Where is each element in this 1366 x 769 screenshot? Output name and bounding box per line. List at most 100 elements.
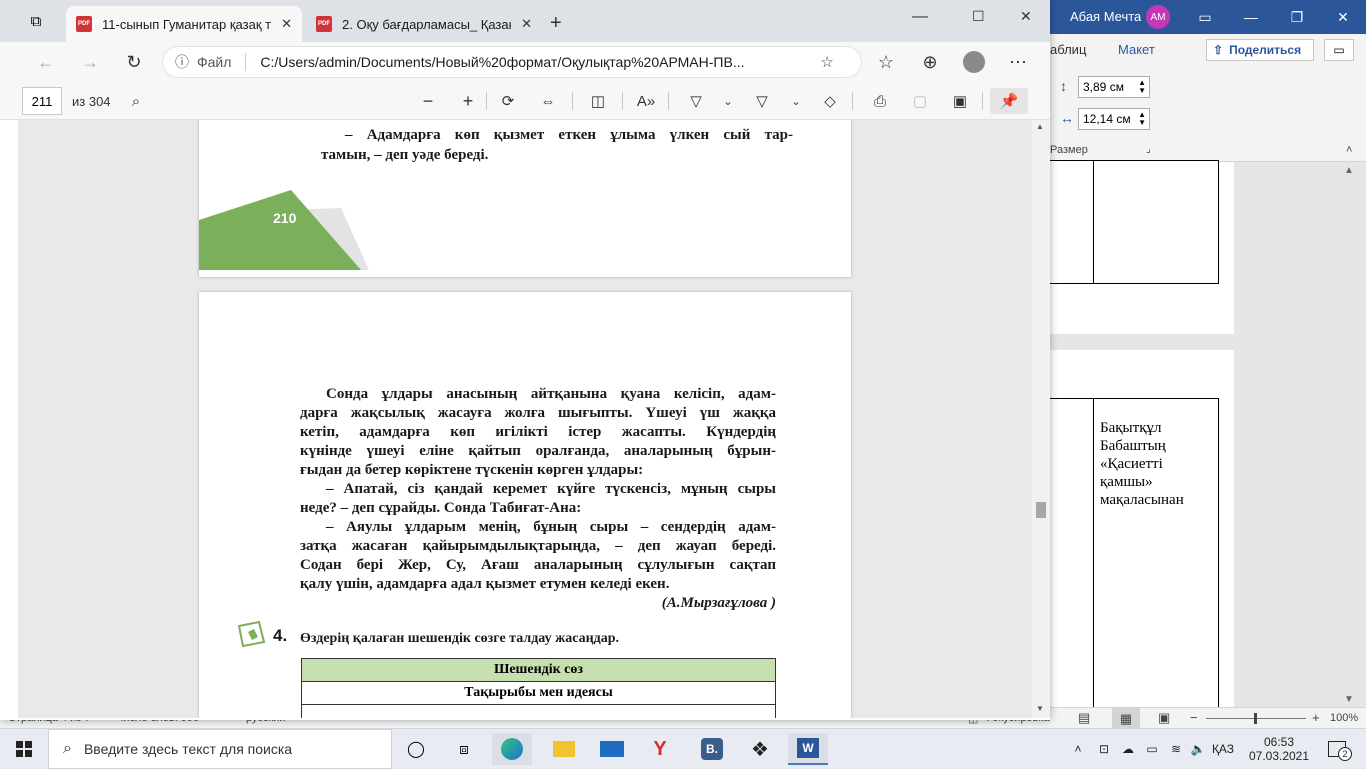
notifications-icon[interactable]: 2	[1322, 729, 1352, 769]
forward-icon[interactable]: →	[74, 48, 106, 76]
close-icon[interactable]: ✕	[521, 16, 532, 32]
word-close-icon[interactable]: ✕	[1320, 0, 1366, 34]
table-height-field[interactable]: 3,89 см ▲ ▼	[1078, 76, 1150, 98]
zoom-slider-thumb[interactable]	[1254, 713, 1257, 724]
folder-icon	[553, 741, 575, 757]
web-layout-icon[interactable]: ▣	[1158, 710, 1170, 726]
close-window-icon[interactable]: ✕	[1020, 8, 1032, 25]
minimize-icon[interactable]: —	[912, 8, 928, 26]
info-icon[interactable]: ⓘ	[175, 52, 189, 72]
table-cell[interactable]	[1046, 398, 1094, 718]
page-number-input[interactable]: 211	[22, 87, 62, 115]
eraser-icon[interactable]: ◇	[818, 88, 842, 114]
scroll-down-icon[interactable]: ▼	[1344, 694, 1354, 705]
mail-icon[interactable]	[592, 733, 632, 765]
scroll-up-icon[interactable]: ▲	[1036, 122, 1044, 131]
print-icon[interactable]: ⎙	[868, 88, 892, 114]
word-app-icon[interactable]: W	[788, 733, 828, 765]
collapse-ribbon-icon[interactable]: ˄	[1346, 144, 1352, 156]
page-number: 210	[273, 210, 297, 226]
yandex-browser-icon[interactable]: Y	[640, 733, 680, 765]
comments-icon[interactable]: ▭	[1324, 39, 1354, 61]
task-view-icon[interactable]: ⧈	[444, 733, 484, 765]
scroll-up-icon[interactable]: ▲	[1344, 165, 1354, 176]
zoom-in-icon[interactable]: +	[456, 88, 480, 114]
save-as-icon[interactable]: ▣	[948, 88, 972, 114]
show-hidden-icons-icon[interactable]: ˄	[1068, 729, 1088, 769]
zoom-in-icon[interactable]: +	[1312, 710, 1320, 725]
word-minimize-icon[interactable]: —	[1228, 0, 1274, 34]
clock-date: 07.03.2021	[1248, 749, 1310, 763]
table-cell-source[interactable]: Бақытқұл Бабаштың «Қасиетті қамшы» мақал…	[1093, 398, 1219, 718]
read-mode-icon[interactable]: ▤	[1078, 710, 1090, 726]
start-icon[interactable]	[4, 733, 44, 765]
pdf-toolbar: 211 из 304 ⌕ − + ⟳ ⇔ ◫ A» ▽ ⌄ ▽ ⌄ ◇ ⎙ ▢ …	[0, 82, 1050, 120]
rotate-icon[interactable]: ⟳	[496, 88, 520, 114]
scroll-down-icon[interactable]: ▼	[1036, 704, 1044, 713]
volume-icon[interactable]: 🔈	[1188, 729, 1208, 769]
status-zoom[interactable]: 100%	[1330, 712, 1358, 724]
edge-app-icon[interactable]	[492, 733, 532, 765]
url-text: C:/Users/admin/Documents/Новый%20формат/…	[260, 54, 745, 70]
edge-window: ⧉ PDF 11-сынып Гуманитар қазақ тілі ✕ PD…	[0, 0, 1050, 720]
chevron-down-icon[interactable]: ⌄	[720, 88, 736, 114]
word-ribbon-display-icon[interactable]: ▭	[1182, 0, 1228, 34]
zoom-out-icon[interactable]: −	[416, 88, 440, 114]
highlight-icon[interactable]: ▽	[750, 88, 774, 114]
table-width-field[interactable]: 12,14 см ▲ ▼	[1078, 108, 1150, 130]
file-explorer-icon[interactable]	[544, 733, 584, 765]
divider	[245, 53, 247, 71]
maximize-icon[interactable]: ☐	[972, 8, 985, 25]
dialog-launcher-icon[interactable]: ⌟	[1146, 144, 1151, 155]
table-cell[interactable]	[1046, 160, 1094, 284]
scrollbar-thumb[interactable]	[1036, 502, 1046, 518]
favorites-icon[interactable]: ☆	[870, 48, 902, 76]
new-tab-icon[interactable]: +	[550, 12, 562, 35]
search-icon[interactable]: ⌕	[124, 88, 148, 114]
share-button[interactable]: ⇧ Поделиться	[1206, 39, 1314, 61]
save-icon[interactable]: ▢	[908, 88, 932, 114]
pdf-scrollbar[interactable]: ▲ ▼	[1032, 120, 1050, 718]
tab-actions-icon[interactable]: ⧉	[24, 10, 48, 32]
user-avatar[interactable]: AM	[1146, 5, 1170, 29]
page-text-line: тамын, – деп уәде береді.	[321, 147, 489, 163]
read-aloud-icon[interactable]: A»	[634, 88, 658, 114]
cortana-icon[interactable]: ◯	[396, 733, 436, 765]
page-view-icon[interactable]: ◫	[586, 88, 610, 114]
table-cell[interactable]	[1093, 160, 1219, 284]
print-layout-icon[interactable]: ▦	[1112, 708, 1140, 730]
chevron-down-icon[interactable]: ⌄	[788, 88, 804, 114]
word-user-name[interactable]: Абая Мечта	[1070, 9, 1141, 24]
pin-toolbar-icon[interactable]: 📌	[990, 88, 1028, 114]
spinner-icon[interactable]: ▲ ▼	[1138, 111, 1146, 127]
clock[interactable]: 06:53 07.03.2021	[1244, 729, 1314, 769]
more-icon[interactable]: ⋯	[1002, 48, 1034, 76]
vk-app-icon[interactable]: В.	[692, 733, 732, 765]
taskbar-search[interactable]: ⌕ Введите здесь текст для поиска	[48, 729, 392, 769]
security-icon[interactable]: ⊡	[1094, 729, 1114, 769]
draw-icon[interactable]: ▽	[684, 88, 708, 114]
language-indicator[interactable]: ҚАЗ	[1210, 729, 1236, 769]
address-bar[interactable]: ⓘ Файл C:/Users/admin/Documents/Новый%20…	[162, 46, 862, 78]
profile-icon[interactable]	[958, 48, 990, 76]
word-logo-icon: W	[797, 738, 819, 758]
battery-icon[interactable]: ▭	[1142, 729, 1162, 769]
collections-icon[interactable]: ⊕	[914, 48, 946, 76]
spinner-icon[interactable]: ▲ ▼	[1138, 79, 1146, 95]
back-icon[interactable]: ←	[30, 48, 62, 76]
dropbox-icon[interactable]: ❖	[740, 733, 780, 765]
zoom-out-icon[interactable]: −	[1190, 710, 1198, 725]
browser-tab[interactable]: PDF 2. Оқу бағдарламасы_ Қазақ тілі ✕	[306, 6, 542, 42]
onedrive-icon[interactable]: ☁	[1118, 729, 1138, 769]
word-restore-icon[interactable]: ❐	[1274, 0, 1320, 34]
add-favorite-icon[interactable]: ☆	[820, 53, 833, 71]
browser-tab-active[interactable]: PDF 11-сынып Гуманитар қазақ тілі ✕	[66, 6, 302, 42]
fit-page-icon[interactable]: ⇔	[536, 88, 560, 114]
close-icon[interactable]: ✕	[281, 16, 292, 32]
tab-table-design[interactable]: аблиц	[1050, 42, 1086, 57]
table-row-cell: Тақырыбы мен идеясы	[301, 681, 776, 705]
zoom-slider[interactable]	[1206, 713, 1306, 724]
tab-layout[interactable]: Макет	[1118, 42, 1155, 57]
refresh-icon[interactable]: ↻	[118, 48, 150, 76]
wifi-icon[interactable]: ≋	[1166, 729, 1186, 769]
